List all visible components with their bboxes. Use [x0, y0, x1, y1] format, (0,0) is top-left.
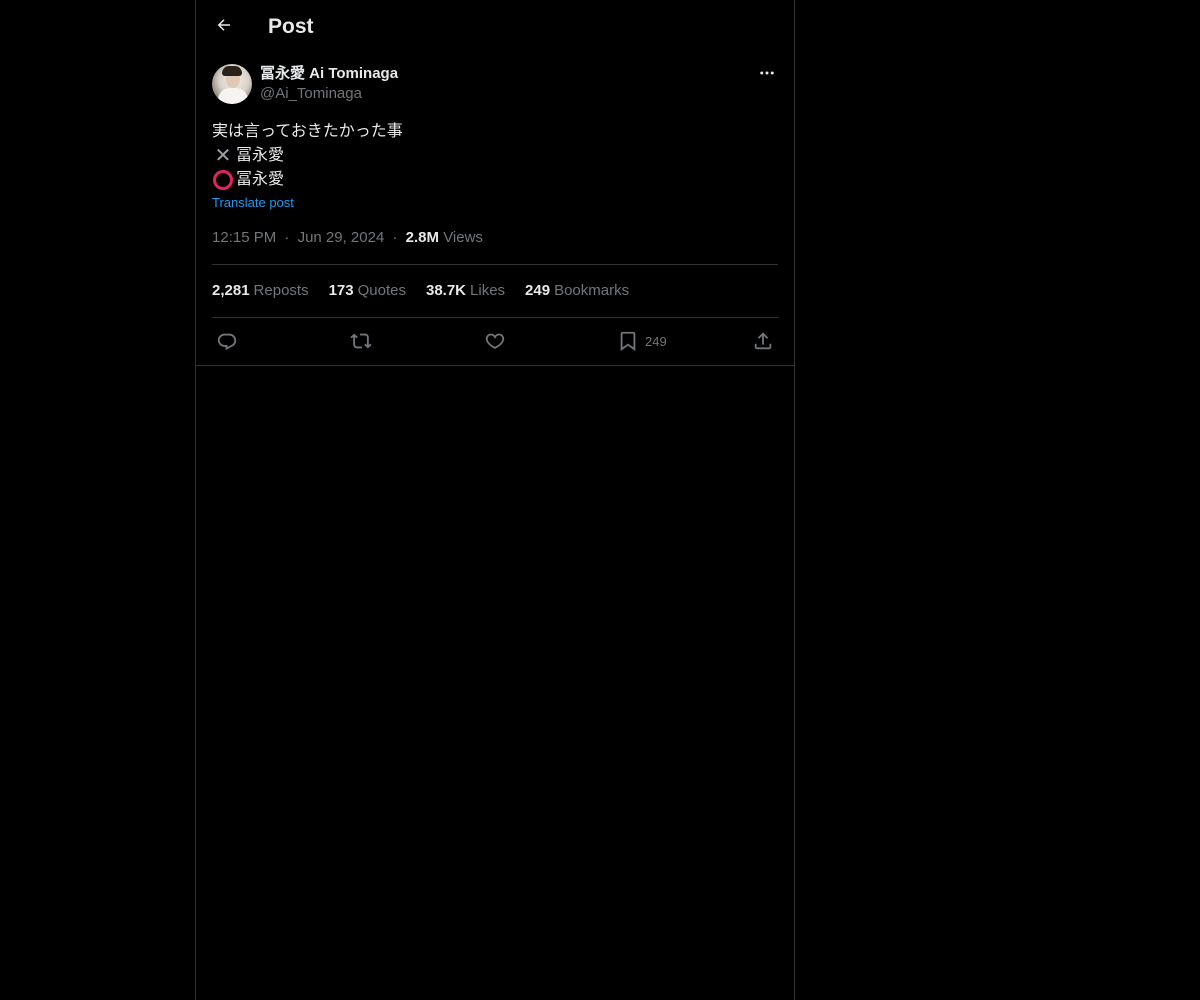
repost-icon — [350, 330, 372, 352]
bookmark-icon — [617, 330, 639, 352]
primary-column: Post 冨永愛 Ai Tominaga @Ai_Tominaga 実は言ってお… — [195, 0, 795, 1000]
header: Post — [196, 0, 794, 54]
likes-stat[interactable]: 38.7K Likes — [426, 281, 505, 301]
post-stats: 2,281 Reposts 173 Quotes 38.7K Likes 249 Boo… — [212, 281, 649, 301]
repost-button[interactable] — [350, 328, 372, 354]
reposts-stat[interactable]: 2,281 Reposts — [212, 281, 309, 301]
more-button[interactable] — [756, 64, 778, 86]
reposts-label: Reposts — [253, 282, 309, 299]
avatar[interactable] — [212, 64, 252, 104]
author-display-name[interactable]: 冨永愛 Ai Tominaga — [260, 64, 398, 84]
post-bottom-border — [196, 365, 794, 366]
post-time[interactable]: 12:15 PM — [212, 229, 276, 246]
reply-icon — [216, 330, 238, 352]
share-button[interactable] — [752, 328, 774, 354]
page-title: Post — [268, 15, 314, 38]
back-button[interactable] — [210, 13, 238, 41]
meta-separator: · — [284, 229, 290, 246]
translate-post-link[interactable]: Translate post — [212, 194, 294, 212]
cross-mark-icon: ✕ — [214, 145, 232, 167]
post-actions: 249 — [212, 328, 778, 354]
post-text-line-content: 冨永愛 — [236, 171, 285, 188]
bookmarks-stat[interactable]: 249 Bookmarks — [525, 281, 629, 301]
reply-button[interactable] — [216, 328, 238, 354]
bookmark-action-count: 249 — [645, 333, 667, 349]
heart-icon — [484, 330, 506, 352]
arrow-left-icon — [215, 16, 233, 39]
more-horizontal-icon — [758, 64, 776, 87]
post-meta: 12:15 PM · Jun 29, 2024 · 2.8M Views — [212, 228, 483, 248]
quotes-stat[interactable]: 173 Quotes — [329, 281, 406, 301]
views-count: 2.8M — [405, 229, 440, 246]
likes-count: 38.7K — [425, 282, 467, 299]
post-text-line: 実は言っておきたかった事 — [212, 120, 778, 144]
bookmark-button[interactable]: 249 — [617, 328, 667, 354]
post-text-line-content: 実は言っておきたかった事 — [212, 123, 403, 140]
divider — [212, 264, 778, 265]
share-icon — [752, 330, 774, 352]
like-button[interactable] — [484, 328, 506, 354]
meta-separator: · — [392, 229, 398, 246]
bookmarks-label: Bookmarks — [554, 282, 630, 299]
divider — [212, 317, 778, 318]
post-text-line-content: 冨永愛 — [236, 147, 285, 164]
post-date[interactable]: Jun 29, 2024 — [298, 229, 385, 246]
red-circle-icon — [213, 170, 233, 190]
reposts-count: 2,281 — [212, 282, 250, 299]
author-block: 冨永愛 Ai Tominaga @Ai_Tominaga — [260, 64, 398, 104]
likes-label: Likes — [470, 282, 506, 299]
quotes-count: 173 — [328, 282, 354, 299]
post-text-line: 冨永愛 — [212, 168, 778, 192]
post-text: 実は言っておきたかった事 ✕ 冨永愛 冨永愛 — [212, 120, 778, 192]
quotes-label: Quotes — [357, 282, 406, 299]
avatar-hair-shape — [222, 66, 242, 76]
author-handle[interactable]: @Ai_Tominaga — [260, 84, 398, 104]
views-label: Views — [443, 229, 483, 246]
avatar-body-shape — [218, 88, 248, 104]
bookmarks-count: 249 — [525, 282, 551, 299]
post-text-line: ✕ 冨永愛 — [212, 144, 778, 168]
